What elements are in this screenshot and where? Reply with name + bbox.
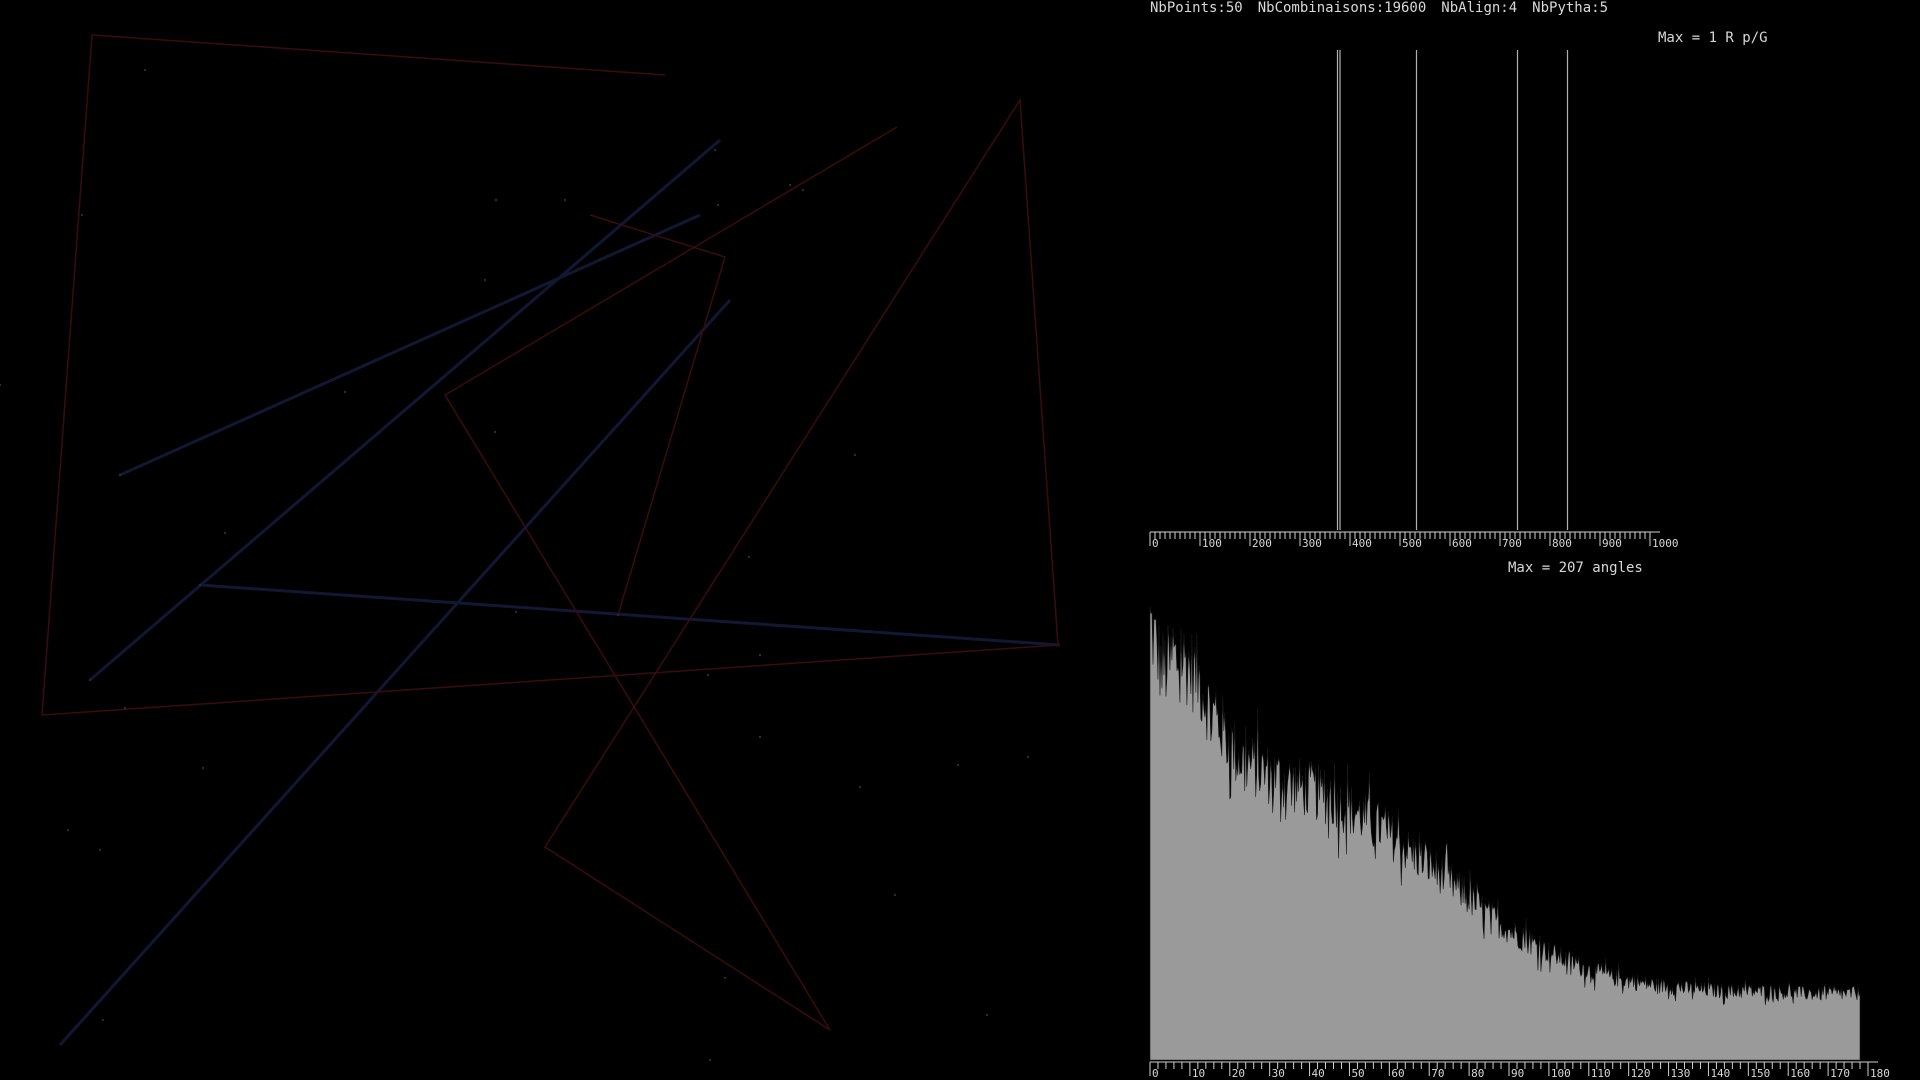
ratio-axis: 0 100 200 300 400 500 600 700 800 900 1000 (1149, 531, 1679, 550)
alignment-line (58, 298, 732, 1047)
alignment-line (199, 583, 1061, 647)
ratio-tick-label: 700 (1502, 537, 1522, 550)
angle-tick-label: 50 (1351, 1067, 1364, 1080)
pythagorean-triangles (41, 34, 1059, 1031)
angle-tick-label: 0 (1152, 1067, 1159, 1080)
nb-combinations-label: NbCombinaisons:19600 (1257, 0, 1427, 16)
plot-point (788, 183, 792, 187)
plot-point (893, 893, 897, 897)
plot-point (1026, 755, 1030, 759)
nb-points-label: NbPoints:50 (1150, 0, 1243, 16)
plot-point (858, 785, 862, 789)
plot-point (494, 198, 498, 202)
plot-point (801, 188, 805, 192)
ratio-bars (1336, 50, 1569, 530)
angle-tick-label: 60 (1391, 1067, 1404, 1080)
angle-tick-label: 180 (1870, 1067, 1890, 1080)
plot-point (198, 583, 202, 587)
plot-point (853, 453, 857, 457)
angle-tick-label: 160 (1790, 1067, 1810, 1080)
triangle-edge (589, 214, 726, 616)
plot-point (616, 613, 620, 617)
triangle-edge (91, 34, 666, 76)
ratio-tick-label: 400 (1352, 537, 1372, 550)
angle-tick-label: 140 (1710, 1067, 1730, 1080)
angle-tick-label: 90 (1511, 1067, 1524, 1080)
ratio-tick-label: 600 (1452, 537, 1472, 550)
angle-tick-label: 170 (1830, 1067, 1850, 1080)
stats-bar: NbPoints:50 NbCombinaisons:19600 NbAlign:4… (1150, 0, 1623, 16)
angle-tick-label: 70 (1431, 1067, 1444, 1080)
plot-point (716, 203, 720, 207)
plot-point (493, 430, 497, 434)
plot-point (343, 390, 347, 394)
plot-point (66, 828, 70, 832)
plot-point (723, 976, 727, 980)
angle-tick-label: 150 (1750, 1067, 1770, 1080)
plot-point (708, 1058, 712, 1062)
angle-tick-label: 100 (1551, 1067, 1571, 1080)
ratio-tick-label: 500 (1402, 537, 1422, 550)
plot-point (706, 673, 710, 677)
angle-histogram: 0 10 20 30 40 50 60 70 80 90 100 110 120 130 140 150 160… (1149, 607, 1890, 1080)
angle-tick-label: 130 (1671, 1067, 1691, 1080)
plot-point (985, 1013, 989, 1017)
angle-tick-label: 80 (1471, 1067, 1484, 1080)
plot-points (0, 68, 1030, 1062)
plot-point (563, 198, 567, 202)
ratio-tick-label: 800 (1552, 537, 1572, 550)
plot-point (758, 653, 762, 657)
plot-point (123, 706, 127, 710)
plot-point (98, 848, 102, 852)
plot-point (758, 735, 762, 739)
angle-tick-label: 120 (1631, 1067, 1651, 1080)
angle-histogram-area (1149, 607, 1861, 1061)
plot-point (223, 531, 227, 535)
plot-point (80, 213, 84, 217)
plot-point (713, 148, 717, 152)
plot-point (483, 278, 487, 282)
alignment-line (119, 213, 701, 477)
alignment-lines (58, 138, 1061, 1047)
angle-tick-label: 20 (1232, 1067, 1245, 1080)
ratio-tick-label: 900 (1602, 537, 1622, 550)
ratio-tick-label: 300 (1302, 537, 1322, 550)
ratio-tick-label: 1000 (1652, 537, 1679, 550)
geometry-plot (0, 34, 1061, 1062)
plot-point (0, 383, 2, 387)
nb-align-label: NbAlign:4 (1441, 0, 1518, 16)
plot-point (118, 473, 122, 477)
angle-tick-label: 10 (1192, 1067, 1205, 1080)
plot-point (88, 678, 92, 682)
ratio-tick-label: 200 (1252, 537, 1272, 550)
ratio-tick-label: 100 (1202, 537, 1222, 550)
angle-tick-label: 110 (1591, 1067, 1611, 1080)
ratio-tick-label: 0 (1152, 537, 1159, 550)
triangle-edge (41, 34, 1059, 1031)
plot-point (143, 68, 147, 72)
plot-point (747, 555, 751, 559)
angle-axis: 0 10 20 30 40 50 60 70 80 90 100 110 120 130 140 150 160… (1149, 1061, 1890, 1080)
plot-point (514, 610, 518, 614)
plot-point (201, 766, 205, 770)
plot-point (101, 1018, 105, 1022)
ratio-histogram: 0 100 200 300 400 500 600 700 800 900 1000 (1149, 50, 1679, 550)
angle-tick-label: 30 (1272, 1067, 1285, 1080)
angle-tick-label: 40 (1312, 1067, 1325, 1080)
nb-pytha-label: NbPytha:5 (1532, 0, 1609, 16)
plot-point (956, 763, 960, 767)
